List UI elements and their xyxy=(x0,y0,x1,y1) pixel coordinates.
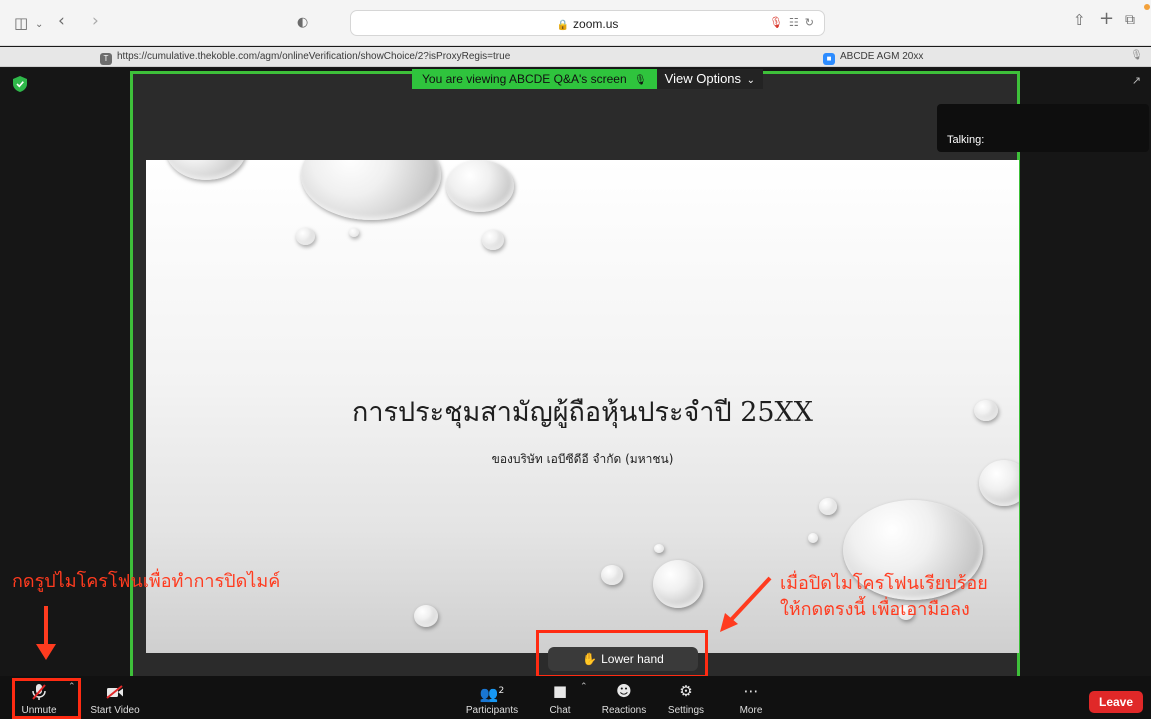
sidebar-icon[interactable]: ◫ xyxy=(14,16,28,31)
start-video-label: Start Video xyxy=(90,705,140,716)
down-arrow-icon xyxy=(36,606,56,660)
water-drop-decoration xyxy=(349,228,359,237)
participants-label: Participants xyxy=(465,705,519,716)
participants-count: 2 xyxy=(498,686,505,696)
viewing-banner-text: You are viewing ABCDE Q&A's screen 🎙 xyxy=(412,69,657,89)
unmute-highlight xyxy=(12,678,81,719)
water-drop-decoration xyxy=(166,160,246,180)
leave-button[interactable]: Leave xyxy=(1089,691,1143,713)
reactions-button[interactable]: ☻ Reactions xyxy=(598,676,650,719)
lower-hand-label: Lower hand xyxy=(601,652,664,666)
microphone-in-use-icon[interactable]: 🎙 xyxy=(769,16,783,29)
raised-hand-icon: ✋ xyxy=(582,652,598,666)
annotation-line: เมื่อปิดไมโครโฟนเรียบร้อย xyxy=(780,573,988,594)
water-drop-decoration xyxy=(808,533,818,543)
slide-subtitle: ของบริษัท เอบีซีดีอี จำกัด (มหาชน) xyxy=(491,452,674,466)
reactions-label: Reactions xyxy=(601,705,647,716)
tab-overview-icon[interactable]: ⧉ xyxy=(1125,13,1135,28)
microphone-small-icon: 🎙 xyxy=(1130,50,1143,61)
security-shield-icon[interactable] xyxy=(13,76,27,92)
lock-icon: 🔒 xyxy=(556,20,570,31)
site-favicon-icon: T xyxy=(100,53,112,65)
tab-title: https://cumulative.thekoble.com/agm/onli… xyxy=(117,51,511,62)
forward-icon[interactable]: › xyxy=(92,13,99,30)
tab-title: ABCDE AGM 20xx xyxy=(840,51,924,62)
address-bar[interactable]: 🔒 zoom.us 🎙 ☷ ↻ xyxy=(350,10,825,36)
back-icon[interactable]: ‹ xyxy=(58,13,65,30)
reload-icon[interactable]: ↻ xyxy=(805,16,814,29)
chevron-down-icon: ⌄ xyxy=(746,75,756,86)
talking-label: Talking: xyxy=(947,134,985,146)
expand-icon[interactable]: ↗ xyxy=(1132,74,1141,87)
start-video-button[interactable]: Start Video xyxy=(86,676,144,719)
participants-icon: 👥2 xyxy=(479,685,505,703)
participants-button[interactable]: 👥2 Participants xyxy=(462,676,522,719)
annotation-line: ให้กดตรงนี้ เพื่อเอามือลง xyxy=(780,599,970,620)
privacy-shield-icon[interactable]: ◐ xyxy=(297,15,308,30)
water-drop-decoration xyxy=(653,560,703,608)
share-icon[interactable]: ⇧ xyxy=(1073,13,1086,28)
more-label: More xyxy=(739,705,763,716)
notification-dot xyxy=(1144,4,1150,10)
water-drop-decoration xyxy=(446,160,514,212)
chat-button[interactable]: ■ Chat xyxy=(545,676,575,719)
view-options-button[interactable]: View Options ⌄ xyxy=(656,69,764,89)
water-drop-decoration xyxy=(482,230,504,250)
slide-title: การประชุมสามัญผู้ถือหุ้นประจำปี 25XX xyxy=(351,397,813,428)
water-drop-decoration xyxy=(296,228,315,245)
browser-toolbar: ◫ ⌄ ‹ › ◐ 🔒 zoom.us 🎙 ☷ ↻ ⇧ + ⧉ xyxy=(0,0,1151,46)
annotation-mute-instruction: กดรูปไมโครโฟนเพื่อทำการปิดไมค์ xyxy=(12,571,281,592)
tab-bar: Thttps://cumulative.thekoble.com/agm/onl… xyxy=(0,47,1151,67)
zoom-favicon-icon: ■ xyxy=(823,53,835,65)
meeting-toolbar: Unmute ⌃ Start Video 👥2 Participants ■ C… xyxy=(0,676,1151,719)
muted-mic-icon: 🎙 xyxy=(633,75,647,86)
gear-icon: ⚙ xyxy=(679,682,693,700)
water-drop-decoration xyxy=(301,160,441,220)
lower-hand-button[interactable]: ✋ Lower hand xyxy=(548,647,698,671)
chat-label: Chat xyxy=(549,705,571,716)
tab-verification[interactable]: Thttps://cumulative.thekoble.com/agm/onl… xyxy=(100,47,510,67)
new-tab-icon[interactable]: + xyxy=(1099,10,1114,28)
more-button[interactable]: ⋯ More xyxy=(734,676,768,719)
settings-button[interactable]: ⚙ Settings xyxy=(664,676,708,719)
water-drop-decoration xyxy=(654,544,664,553)
water-drop-decoration xyxy=(819,498,837,515)
translate-icon[interactable]: ☷ xyxy=(789,16,799,29)
address-text: zoom.us xyxy=(573,17,619,31)
chat-icon: ■ xyxy=(552,682,568,700)
screen: ◫ ⌄ ‹ › ◐ 🔒 zoom.us 🎙 ☷ ↻ ⇧ + ⧉ Thttps://cu… xyxy=(0,0,1151,719)
video-off-icon xyxy=(86,679,144,703)
viewing-banner: You are viewing ABCDE Q&A's screen 🎙 Vie… xyxy=(412,69,764,89)
more-dots-icon: ⋯ xyxy=(743,682,759,700)
zoom-meeting: ↗ You are viewing ABCDE Q&A's screen 🎙 V… xyxy=(0,68,1151,719)
water-drop-decoration xyxy=(414,605,438,627)
chat-options-caret-icon[interactable]: ⌃ xyxy=(580,682,588,692)
tab-zoom-meeting[interactable]: ■ ABCDE AGM 20xx xyxy=(823,47,923,67)
annotation-lower-hand-instruction: เมื่อปิดไมโครโฟนเรียบร้อย ให้กดตรงนี้ เพ… xyxy=(780,571,988,623)
reactions-icon: ☻ xyxy=(616,682,632,700)
talking-indicator: Talking: xyxy=(937,104,1149,152)
water-drop-decoration xyxy=(601,565,623,585)
chevron-down-icon[interactable]: ⌄ xyxy=(35,17,43,32)
settings-label: Settings xyxy=(667,705,705,716)
